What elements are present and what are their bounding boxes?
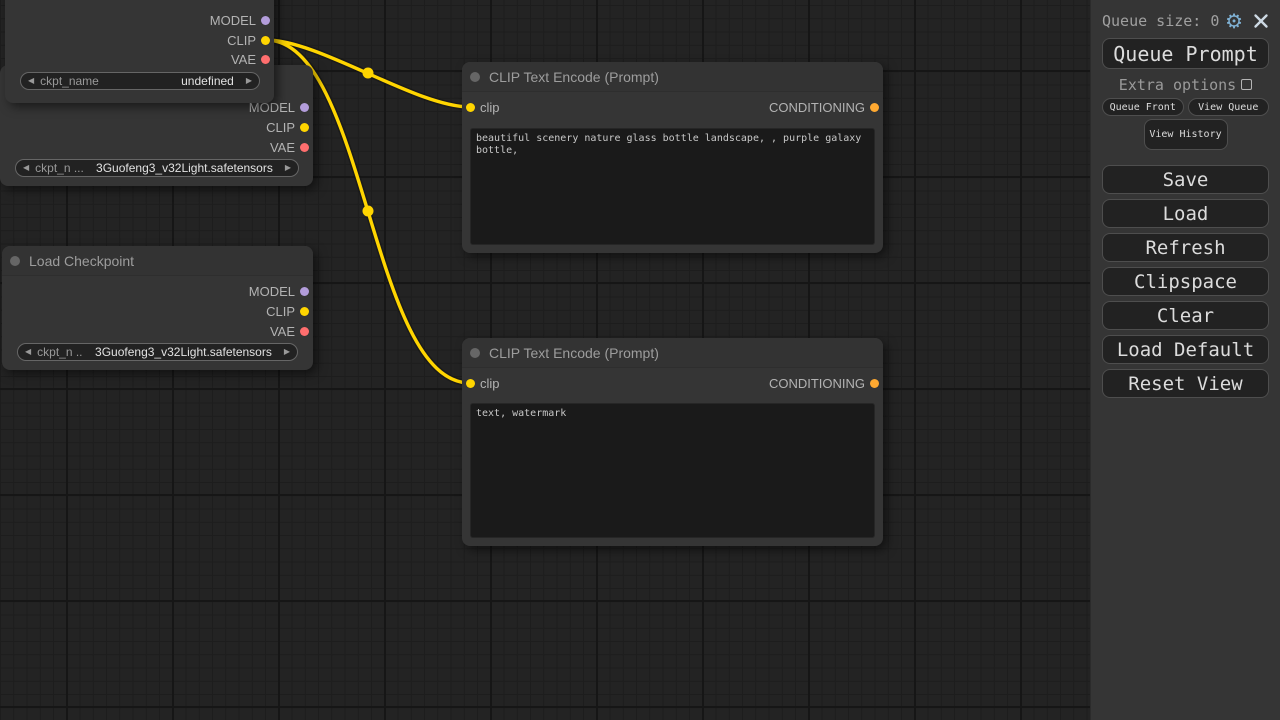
widget-value: undefined (181, 74, 234, 88)
view-history-button[interactable]: View History (1144, 119, 1228, 150)
clip-input-slot[interactable] (466, 379, 475, 388)
clip-input-label: clip (480, 376, 500, 391)
ckpt-name-widget[interactable]: ◀ ckpt_n ... 3Guofeng3_v32Light.safetens… (17, 343, 298, 361)
reset-view-button[interactable]: Reset View (1102, 369, 1269, 398)
save-button[interactable]: Save (1102, 165, 1269, 194)
node-title-bar[interactable]: CLIP Text Encode (Prompt) (462, 62, 883, 92)
clip-output-slot[interactable] (300, 123, 309, 132)
clip-output-label: CLIP (266, 120, 295, 135)
model-output-slot[interactable] (300, 287, 309, 296)
conditioning-output-label: CONDITIONING (769, 100, 865, 115)
close-icon[interactable] (1253, 13, 1269, 29)
model-output-label: MODEL (249, 284, 295, 299)
ckpt-name-widget[interactable]: ◀ ckpt_n ... 3Guofeng3_v32Light.safetens… (15, 159, 299, 177)
clip-output-slot[interactable] (300, 307, 309, 316)
collapse-dot[interactable] (10, 256, 20, 266)
extra-options-label: Extra options (1119, 76, 1236, 94)
clip-output-label: CLIP (227, 33, 256, 48)
queue-prompt-button[interactable]: Queue Prompt (1102, 38, 1269, 69)
widget-name: ckpt_n ... (37, 345, 83, 359)
clipspace-button[interactable]: Clipspace (1102, 267, 1269, 296)
link-midpoint-dot (363, 68, 374, 79)
model-output-slot[interactable] (261, 16, 270, 25)
queue-front-button[interactable]: Queue Front (1102, 98, 1184, 116)
refresh-button[interactable]: Refresh (1102, 233, 1269, 262)
extra-options-checkbox[interactable] (1241, 79, 1252, 90)
node-canvas[interactable]: MODEL CLIP VAE ◀ ckpt_n ... 3Guofeng3_v3… (0, 0, 1090, 720)
link-midpoint-dot (363, 206, 374, 217)
clip-input-label: clip (480, 100, 500, 115)
conditioning-output-label: CONDITIONING (769, 376, 865, 391)
node-title-bar[interactable]: Load Checkpoint (2, 246, 313, 276)
vae-output-slot[interactable] (300, 327, 309, 336)
checkpoint-node-top[interactable]: MODEL CLIP VAE ◀ ckpt_name undefined ▶ (5, 0, 274, 103)
widget-name: ckpt_name (40, 74, 99, 88)
clip-input-slot[interactable] (466, 103, 475, 112)
load-button[interactable]: Load (1102, 199, 1269, 228)
widget-prev-arrow[interactable]: ◀ (25, 348, 31, 356)
widget-next-arrow[interactable]: ▶ (285, 164, 291, 172)
load-checkpoint-node[interactable]: Load Checkpoint MODEL CLIP VAE ◀ ckpt_n … (2, 246, 313, 370)
node-title: Load Checkpoint (29, 253, 134, 269)
positive-prompt-textarea[interactable]: beautiful scenery nature glass bottle la… (470, 128, 875, 245)
widget-prev-arrow[interactable]: ◀ (23, 164, 29, 172)
widget-prev-arrow[interactable]: ◀ (28, 77, 34, 85)
clear-button[interactable]: Clear (1102, 301, 1269, 330)
vae-output-slot[interactable] (261, 55, 270, 64)
conditioning-output-slot[interactable] (870, 103, 879, 112)
widget-next-arrow[interactable]: ▶ (246, 77, 252, 85)
gear-icon[interactable]: ⚙ (1225, 12, 1243, 30)
model-output-label: MODEL (210, 13, 256, 28)
clip-output-slot[interactable] (261, 36, 270, 45)
node-title: CLIP Text Encode (Prompt) (489, 345, 659, 361)
node-title: CLIP Text Encode (Prompt) (489, 69, 659, 85)
conditioning-output-slot[interactable] (870, 379, 879, 388)
node-title-bar[interactable]: CLIP Text Encode (Prompt) (462, 338, 883, 368)
load-default-button[interactable]: Load Default (1102, 335, 1269, 364)
queue-size-label: Queue size: 0 (1102, 12, 1225, 30)
model-output-slot[interactable] (300, 103, 309, 112)
comfy-menu-panel: Queue size: 0 ⚙ Queue Prompt Extra optio… (1090, 0, 1280, 720)
vae-output-label: VAE (270, 324, 295, 339)
negative-prompt-textarea[interactable]: text, watermark (470, 403, 875, 538)
view-queue-button[interactable]: View Queue (1188, 98, 1270, 116)
widget-next-arrow[interactable]: ▶ (284, 348, 290, 356)
ckpt-name-widget[interactable]: ◀ ckpt_name undefined ▶ (20, 72, 260, 90)
clip-text-encode-positive-node[interactable]: CLIP Text Encode (Prompt) clip CONDITION… (462, 62, 883, 253)
widget-value: 3Guofeng3_v32Light.safetensors (95, 345, 272, 359)
collapse-dot[interactable] (470, 72, 480, 82)
clip-output-label: CLIP (266, 304, 295, 319)
vae-output-slot[interactable] (300, 143, 309, 152)
collapse-dot[interactable] (470, 348, 480, 358)
vae-output-label: VAE (231, 52, 256, 67)
widget-value: 3Guofeng3_v32Light.safetensors (96, 161, 273, 175)
vae-output-label: VAE (270, 140, 295, 155)
clip-text-encode-negative-node[interactable]: CLIP Text Encode (Prompt) clip CONDITION… (462, 338, 883, 546)
widget-name: ckpt_n ... (35, 161, 84, 175)
